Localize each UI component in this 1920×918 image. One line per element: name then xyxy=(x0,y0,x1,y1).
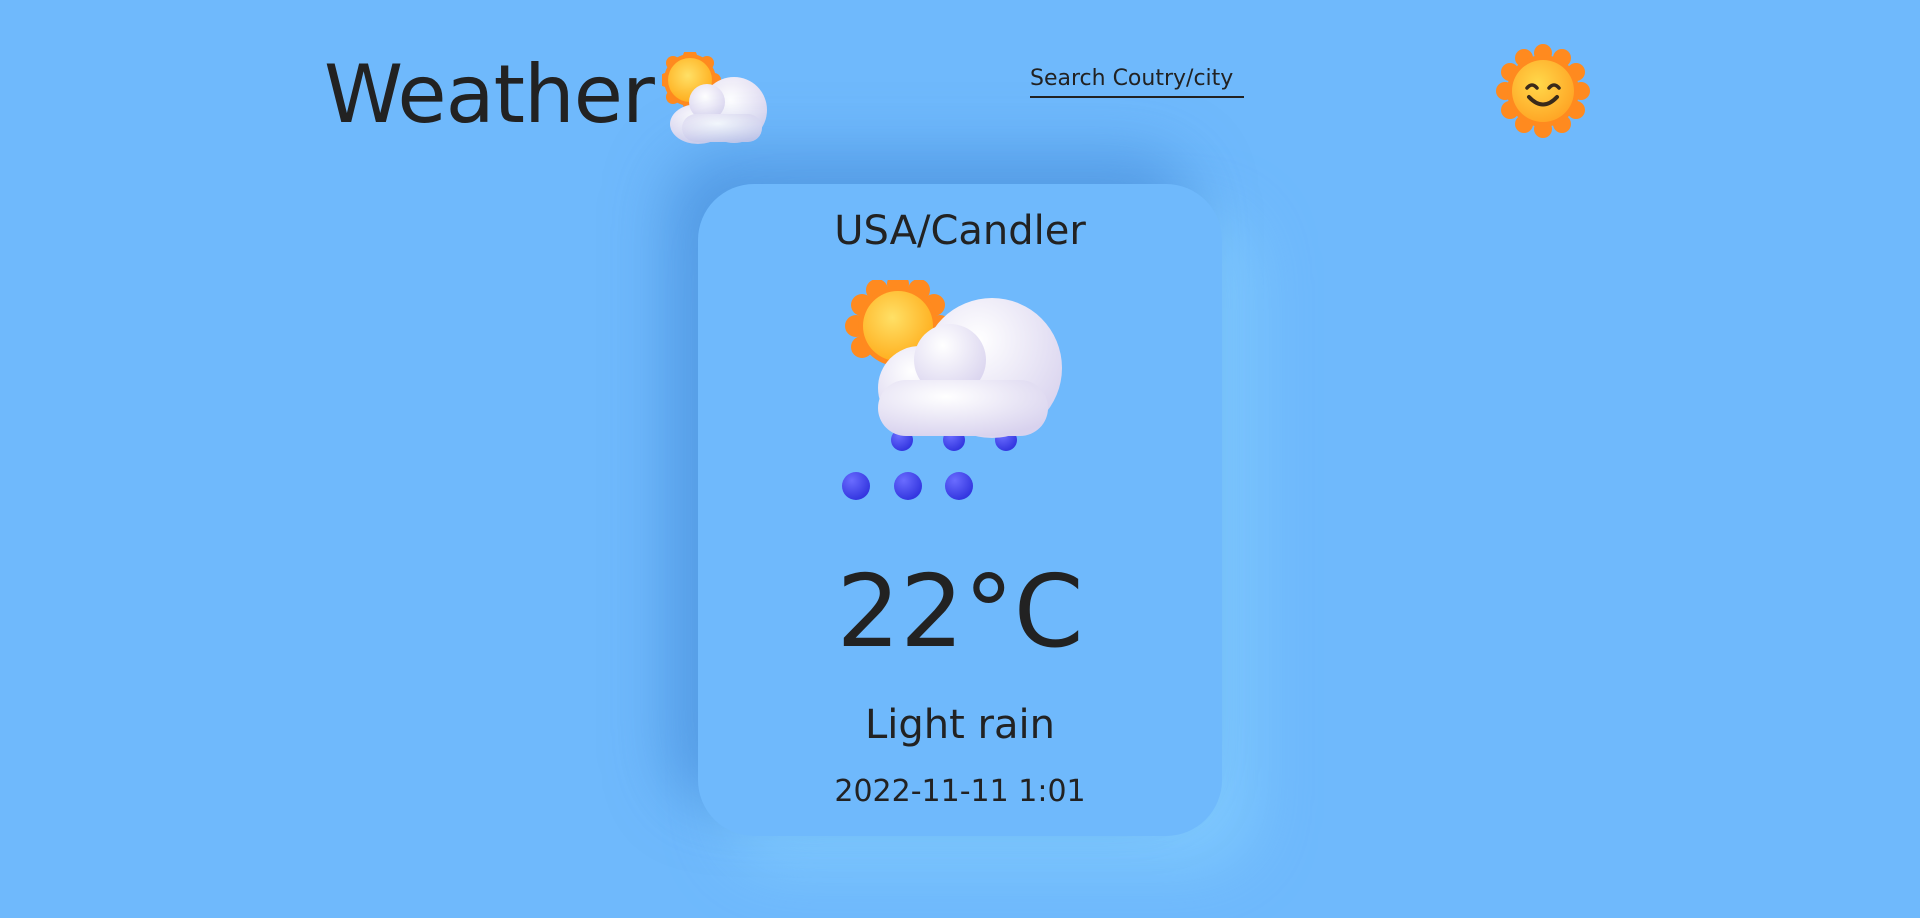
location-name: USA/Candler xyxy=(834,208,1086,254)
weather-app: Weather Search Coutry/city USA/Candler 2… xyxy=(0,0,1920,918)
observation-datetime: 2022-11-11 1:01 xyxy=(834,774,1086,809)
search-input[interactable] xyxy=(1030,60,1244,98)
smiling-sun-icon[interactable] xyxy=(1496,44,1590,138)
temperature: 22°C xyxy=(836,553,1084,670)
app-title: Weather xyxy=(324,48,655,141)
weather-condition: Light rain xyxy=(865,702,1055,748)
brand: Weather xyxy=(324,40,772,150)
sun-behind-cloud-icon xyxy=(658,49,772,150)
sun-cloud-rain-icon xyxy=(842,273,1074,512)
weather-card: USA/Candler 22°C Light rain 2022-11-11 1… xyxy=(698,184,1222,836)
